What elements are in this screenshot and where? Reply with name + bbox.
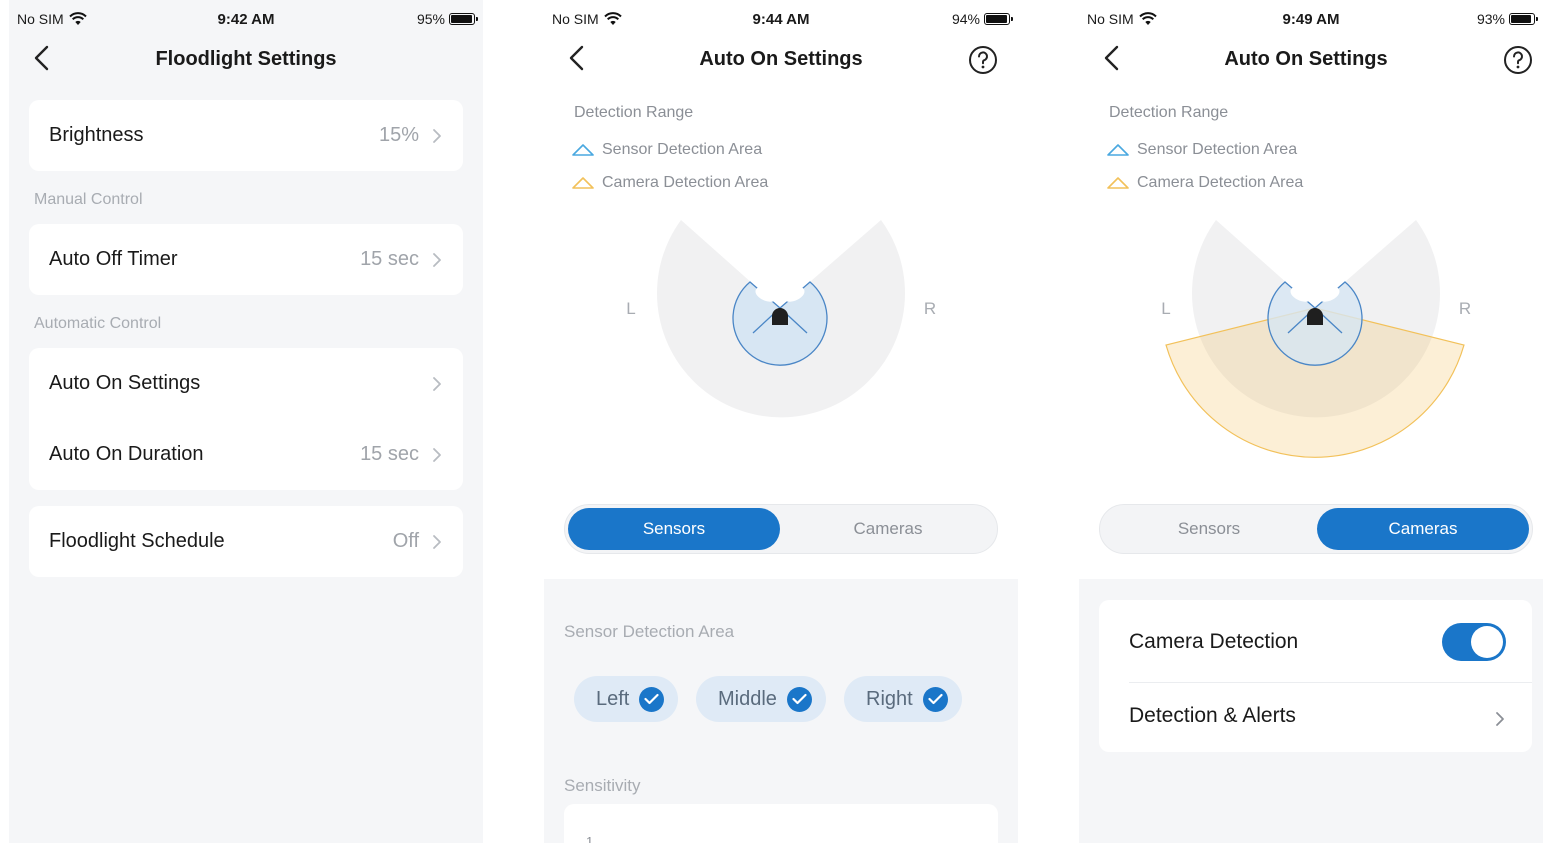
tab-sensors[interactable]: Sensors xyxy=(1103,508,1315,550)
legend-camera-label: Camera Detection Area xyxy=(1137,174,1304,191)
floodlight-schedule-row[interactable]: Floodlight Schedule Off xyxy=(29,506,463,577)
page-title: Auto On Settings xyxy=(1224,48,1388,70)
camera-area-legend-icon xyxy=(572,177,594,189)
detection-alerts-label: Detection & Alerts xyxy=(1129,704,1296,727)
auto-off-timer-value: 15 sec xyxy=(360,248,419,270)
camera-area-legend-icon xyxy=(1107,177,1129,189)
battery-icon xyxy=(1509,13,1538,25)
detection-range-title: Detection Range xyxy=(574,104,694,121)
sensor-area-legend-icon xyxy=(572,144,594,156)
tab-sensors[interactable]: Sensors xyxy=(568,508,780,550)
auto-on-settings-label: Auto On Settings xyxy=(49,372,201,394)
automatic-card: Auto On Settings Auto On Duration 15 sec xyxy=(29,348,463,490)
sensor-area-legend-icon xyxy=(1107,144,1129,156)
zone-chip-label: Left xyxy=(596,687,630,710)
camera-options-card: Camera Detection Detection & Alerts xyxy=(1099,600,1532,752)
check-circle-icon xyxy=(786,686,812,712)
sensitivity-card[interactable]: 1 xyxy=(564,804,998,843)
floodlight-camera-icon xyxy=(1307,308,1323,325)
help-icon[interactable] xyxy=(968,45,998,75)
battery-percent: 93% xyxy=(1476,11,1505,27)
detection-range-diagram: L R xyxy=(1161,220,1471,458)
chevron-right-icon xyxy=(433,534,441,549)
auto-on-settings-sensors-screen: No SIM 9:44 AM 94% Auto On Settings Dete… xyxy=(544,0,1018,843)
battery-percent: 95% xyxy=(416,11,445,27)
status-bar: No SIM 9:44 AM 94% xyxy=(544,0,1018,38)
auto-off-timer-label: Auto Off Timer xyxy=(49,248,178,270)
diagram-left-label: L xyxy=(626,299,635,318)
legend-camera: Camera Detection Area xyxy=(572,174,768,192)
sensor-area-section-title: Sensor Detection Area xyxy=(564,622,735,641)
section-header-automatic: Automatic Control xyxy=(34,315,162,332)
legend-camera: Camera Detection Area xyxy=(1107,174,1303,192)
section-header-manual: Manual Control xyxy=(34,191,143,208)
auto-on-duration-row[interactable]: Auto On Duration 15 sec xyxy=(29,419,463,490)
zone-chip-label: Right xyxy=(866,687,913,710)
camera-detection-label: Camera Detection xyxy=(1129,630,1299,653)
floodlight-settings-screen: No SIM 9:42 AM 95% Floodlight Settings B… xyxy=(9,0,483,843)
battery-icon xyxy=(984,13,1013,25)
chevron-right-icon xyxy=(433,376,441,391)
chevron-right-icon xyxy=(1496,712,1504,726)
auto-on-duration-label: Auto On Duration xyxy=(49,443,204,465)
manual-card: Auto Off Timer 15 sec xyxy=(29,224,463,295)
auto-on-duration-value: 15 sec xyxy=(360,443,419,465)
brightness-label: Brightness xyxy=(49,124,144,146)
sensitivity-section-title: Sensitivity xyxy=(564,776,641,795)
brightness-value: 15% xyxy=(378,124,419,146)
zone-chip-left[interactable]: Left xyxy=(574,676,679,722)
status-time: 9:42 AM xyxy=(217,11,275,28)
floodlight-camera-icon xyxy=(772,308,788,325)
zone-chip-right[interactable]: Right xyxy=(844,676,962,722)
tab-cameras[interactable]: Cameras xyxy=(1317,508,1529,550)
floodlight-schedule-value: Off xyxy=(392,530,419,552)
auto-off-timer-row[interactable]: Auto Off Timer 15 sec xyxy=(29,224,463,295)
diagram-left-label: L xyxy=(1161,299,1170,318)
camera-detection-toggle[interactable] xyxy=(1442,623,1506,661)
legend-sensor: Sensor Detection Area xyxy=(572,141,762,159)
brightness-card: Brightness 15% xyxy=(29,100,463,171)
chevron-right-icon xyxy=(433,252,441,267)
detection-range-title: Detection Range xyxy=(1109,104,1229,121)
check-circle-icon xyxy=(639,686,665,712)
source-segmented-control: Sensors Cameras xyxy=(1099,504,1533,554)
diagram-right-label: R xyxy=(924,299,936,318)
chevron-right-icon xyxy=(433,447,441,462)
battery-icon xyxy=(449,13,478,25)
nav-bar: Floodlight Settings xyxy=(9,38,483,82)
diagram-right-label: R xyxy=(1459,299,1471,318)
status-bar: No SIM 9:42 AM 95% xyxy=(9,0,483,38)
sensitivity-value: 1 xyxy=(586,834,594,843)
detection-range-diagram: L R xyxy=(626,220,936,418)
detection-alerts-row[interactable]: Detection & Alerts xyxy=(1129,678,1506,754)
check-circle-icon xyxy=(922,686,948,712)
battery-percent: 94% xyxy=(951,11,980,27)
zone-chip-label: Middle xyxy=(718,687,777,710)
status-time: 9:49 AM xyxy=(1282,11,1340,28)
auto-on-settings-row[interactable]: Auto On Settings xyxy=(29,348,463,419)
tab-cameras[interactable]: Cameras xyxy=(782,508,994,550)
legend-sensor-label: Sensor Detection Area xyxy=(602,141,763,158)
nav-bar: Auto On Settings xyxy=(544,38,1018,82)
source-segmented-control: Sensors Cameras xyxy=(564,504,998,554)
page-title: Auto On Settings xyxy=(699,48,863,70)
schedule-card: Floodlight Schedule Off xyxy=(29,506,463,577)
help-icon[interactable] xyxy=(1503,45,1533,75)
chevron-right-icon xyxy=(433,128,441,143)
floodlight-schedule-label: Floodlight Schedule xyxy=(49,530,225,552)
zone-chip-middle[interactable]: Middle xyxy=(696,676,826,722)
legend-sensor-label: Sensor Detection Area xyxy=(1137,141,1298,158)
nav-bar: Auto On Settings xyxy=(1079,38,1543,82)
camera-detection-row: Camera Detection xyxy=(1129,604,1506,680)
auto-on-settings-cameras-screen: No SIM 9:49 AM 93% Auto On Settings Dete… xyxy=(1079,0,1543,843)
brightness-row[interactable]: Brightness 15% xyxy=(29,100,463,171)
status-bar: No SIM 9:49 AM 93% xyxy=(1079,0,1543,38)
page-title: Floodlight Settings xyxy=(155,48,337,70)
status-time: 9:44 AM xyxy=(752,11,810,28)
legend-camera-label: Camera Detection Area xyxy=(602,174,769,191)
legend-sensor: Sensor Detection Area xyxy=(1107,141,1297,159)
